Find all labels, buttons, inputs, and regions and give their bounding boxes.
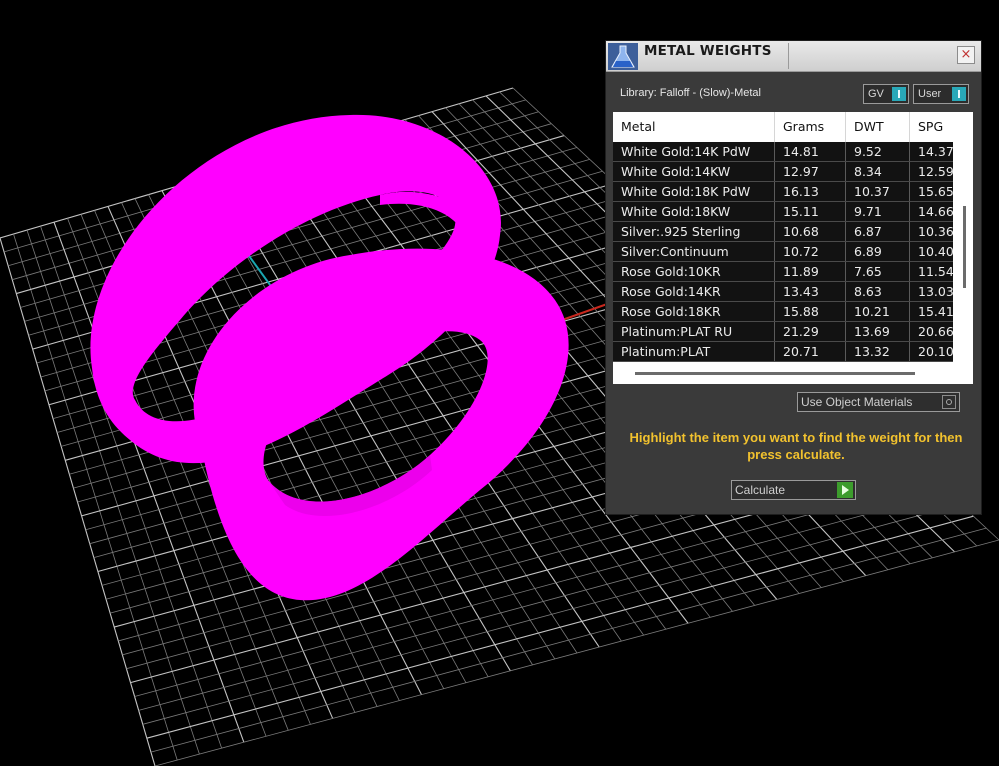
panel-title: METAL WEIGHTS bbox=[644, 43, 772, 59]
table-row[interactable]: Rose Gold:18KR 15.88 10.21 15.41 bbox=[613, 302, 953, 322]
vertical-scrollbar-thumb[interactable] bbox=[963, 206, 966, 288]
cell-spg: 14.66 bbox=[918, 204, 953, 219]
toggle-switch-icon bbox=[952, 87, 966, 101]
ring-model-front[interactable] bbox=[193, 248, 569, 601]
cell-metal: Silver:.925 Sterling bbox=[613, 222, 775, 241]
metal-table[interactable]: Metal Grams DWT SPG White Gold:14K PdW 14… bbox=[613, 112, 973, 384]
cell-dwt: 6.87 bbox=[846, 222, 910, 241]
cell-grams: 21.29 bbox=[775, 322, 846, 341]
table-header: Metal Grams DWT SPG bbox=[613, 112, 973, 142]
radio-icon bbox=[942, 395, 956, 409]
cell-dwt: 13.32 bbox=[846, 342, 910, 361]
gv-toggle-label: GV bbox=[868, 88, 884, 100]
metal-weights-panel: METAL WEIGHTS × Library: Falloff - (Slow… bbox=[606, 41, 981, 514]
use-object-materials-toggle[interactable]: Use Object Materials bbox=[797, 392, 960, 412]
cell-grams: 15.11 bbox=[775, 202, 846, 221]
horizontal-scrollbar-thumb[interactable] bbox=[635, 372, 915, 375]
cell-metal: Rose Gold:18KR bbox=[613, 302, 775, 321]
cell-dwt: 6.89 bbox=[846, 242, 910, 261]
user-toggle[interactable]: User bbox=[913, 84, 969, 104]
cell-grams: 10.72 bbox=[775, 242, 846, 261]
cell-metal: Rose Gold:10KR bbox=[613, 262, 775, 281]
cell-spg: 11.54 bbox=[918, 264, 953, 279]
library-label: Library: Falloff - (Slow)-Metal bbox=[620, 87, 761, 99]
cell-spg: 20.66 bbox=[918, 324, 953, 339]
cell-spg: 13.03 bbox=[918, 284, 953, 299]
user-toggle-label: User bbox=[918, 88, 942, 100]
cell-dwt: 10.37 bbox=[846, 182, 910, 201]
table-row[interactable]: Rose Gold:10KR 11.89 7.65 11.54 bbox=[613, 262, 953, 282]
toggle-switch-icon bbox=[892, 87, 906, 101]
cell-metal: Platinum:PLAT bbox=[613, 342, 775, 361]
title-divider bbox=[788, 43, 789, 69]
table-row[interactable]: Platinum:PLAT RU 21.29 13.69 20.66 bbox=[613, 322, 953, 342]
cell-dwt: 9.71 bbox=[846, 202, 910, 221]
cell-dwt: 8.63 bbox=[846, 282, 910, 301]
calculate-label: Calculate bbox=[735, 483, 786, 497]
cell-dwt: 10.21 bbox=[846, 302, 910, 321]
column-header-grams[interactable]: Grams bbox=[775, 112, 846, 142]
use-object-materials-label: Use Object Materials bbox=[801, 395, 913, 409]
column-header-metal[interactable]: Metal bbox=[613, 112, 775, 142]
instruction-text: Highlight the item you want to find the … bbox=[629, 430, 963, 462]
panel-titlebar[interactable]: METAL WEIGHTS × bbox=[606, 41, 981, 72]
cell-grams: 12.97 bbox=[775, 162, 846, 181]
cell-spg: 10.40 bbox=[918, 244, 953, 259]
cell-grams: 11.89 bbox=[775, 262, 846, 281]
horizontal-scrollbar[interactable] bbox=[613, 364, 958, 384]
cell-spg: 10.36 bbox=[918, 224, 953, 239]
cell-grams: 20.71 bbox=[775, 342, 846, 361]
flask-icon bbox=[608, 43, 638, 70]
cell-grams: 14.81 bbox=[775, 142, 846, 161]
table-body: White Gold:14K PdW 14.81 9.52 14.37 White Go… bbox=[613, 142, 953, 362]
close-button[interactable]: × bbox=[957, 46, 975, 64]
cell-dwt: 7.65 bbox=[846, 262, 910, 281]
cell-spg: 15.41 bbox=[918, 304, 953, 319]
cell-metal: White Gold:14KW bbox=[613, 162, 775, 181]
cell-metal: Platinum:PLAT RU bbox=[613, 322, 775, 341]
cell-grams: 13.43 bbox=[775, 282, 846, 301]
cell-spg: 14.37 bbox=[918, 144, 953, 159]
cell-grams: 16.13 bbox=[775, 182, 846, 201]
table-row[interactable]: White Gold:14KW 12.97 8.34 12.59 bbox=[613, 162, 953, 182]
cell-grams: 10.68 bbox=[775, 222, 846, 241]
cell-spg: 12.59 bbox=[918, 164, 953, 179]
column-header-spg[interactable]: SPG bbox=[910, 112, 958, 142]
vertical-scrollbar[interactable] bbox=[958, 142, 973, 374]
cell-spg: 20.10 bbox=[918, 344, 953, 359]
cell-dwt: 8.34 bbox=[846, 162, 910, 181]
cell-spg: 15.65 bbox=[918, 184, 953, 199]
calculate-button[interactable]: Calculate bbox=[731, 480, 856, 500]
gv-toggle[interactable]: GV bbox=[863, 84, 909, 104]
cell-grams: 15.88 bbox=[775, 302, 846, 321]
cell-metal: Rose Gold:14KR bbox=[613, 282, 775, 301]
play-icon bbox=[837, 482, 853, 498]
cell-metal: White Gold:14K PdW bbox=[613, 142, 775, 161]
column-header-dwt[interactable]: DWT bbox=[846, 112, 910, 142]
table-row[interactable]: Silver:.925 Sterling 10.68 6.87 10.36 bbox=[613, 222, 953, 242]
cell-metal: Silver:Continuum bbox=[613, 242, 775, 261]
cell-metal: White Gold:18KW bbox=[613, 202, 775, 221]
table-row[interactable]: White Gold:18K PdW 16.13 10.37 15.65 bbox=[613, 182, 953, 202]
table-row[interactable]: Platinum:PLAT 20.71 13.32 20.10 bbox=[613, 342, 953, 362]
table-row[interactable]: White Gold:18KW 15.11 9.71 14.66 bbox=[613, 202, 953, 222]
cell-dwt: 9.52 bbox=[846, 142, 910, 161]
cell-metal: White Gold:18K PdW bbox=[613, 182, 775, 201]
table-row[interactable]: Silver:Continuum 10.72 6.89 10.40 bbox=[613, 242, 953, 262]
cell-dwt: 13.69 bbox=[846, 322, 910, 341]
table-row[interactable]: Rose Gold:14KR 13.43 8.63 13.03 bbox=[613, 282, 953, 302]
table-row[interactable]: White Gold:14K PdW 14.81 9.52 14.37 bbox=[613, 142, 953, 162]
